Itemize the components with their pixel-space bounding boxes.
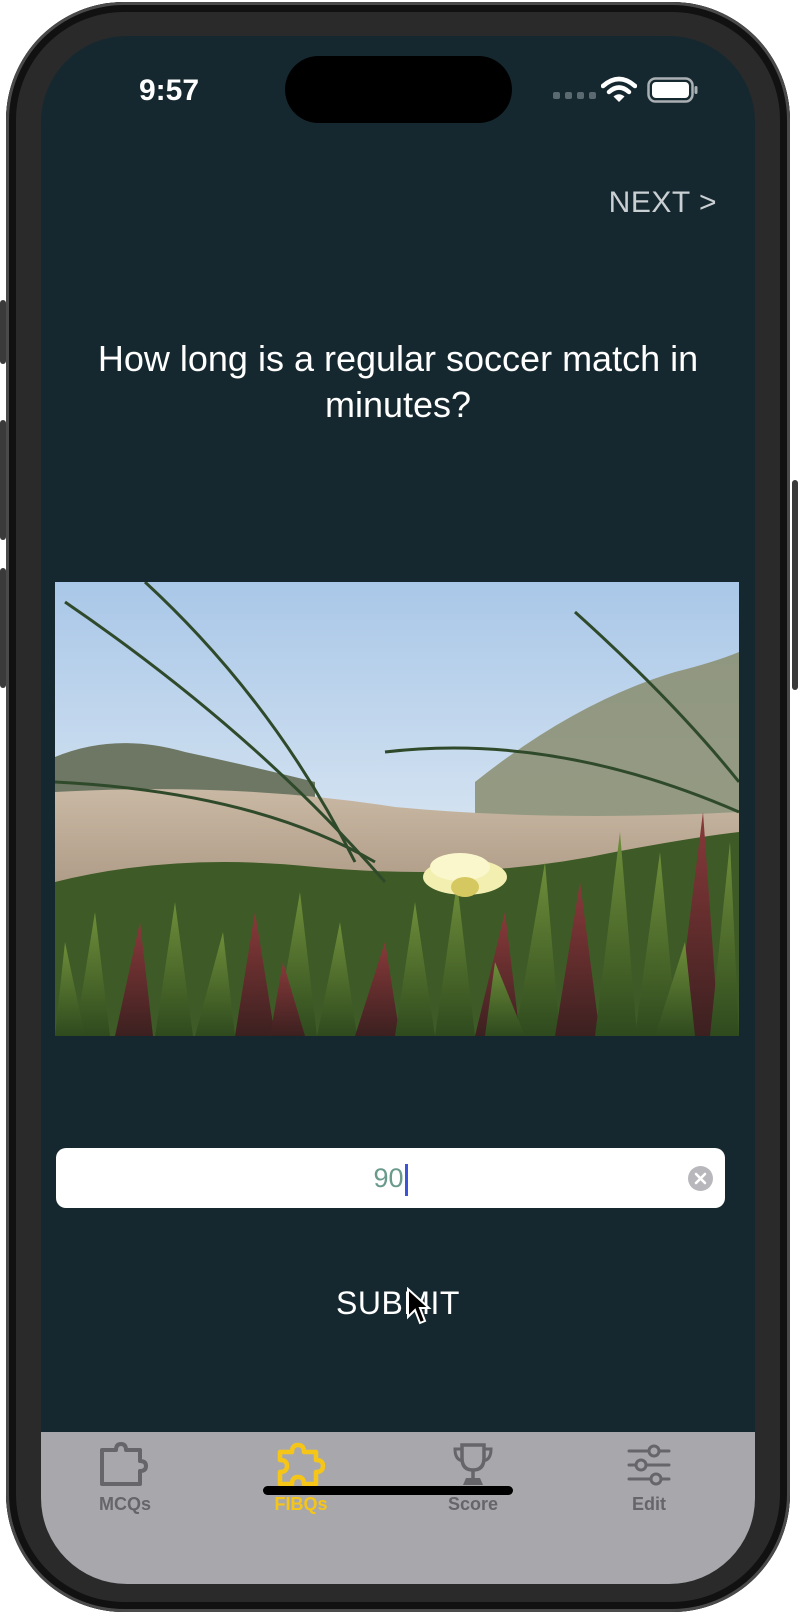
app-screen: 9:57 NEXT > How long is a regular soccer… bbox=[41, 36, 755, 1584]
answer-field[interactable]: 90 bbox=[56, 1148, 725, 1208]
puzzle-outline-icon bbox=[100, 1442, 148, 1486]
trophy-icon bbox=[453, 1443, 493, 1485]
tab-score[interactable]: Score bbox=[413, 1442, 533, 1515]
tab-edit[interactable]: Edit bbox=[589, 1442, 709, 1515]
home-indicator bbox=[263, 1486, 513, 1495]
tab-label-mcqs: MCQs bbox=[98, 1494, 151, 1514]
cellular-signal-icon bbox=[553, 92, 596, 99]
wifi-icon bbox=[601, 76, 637, 102]
tab-label-fibqs: FIBQs bbox=[274, 1494, 328, 1514]
tab-bar: MCQs FIBQs Score Edit bbox=[41, 1432, 755, 1584]
puzzle-icon bbox=[277, 1442, 326, 1487]
action-button bbox=[0, 300, 6, 364]
volume-up-button bbox=[0, 420, 6, 540]
submit-button[interactable]: SUBMIT bbox=[41, 1285, 755, 1322]
answer-input-wrap: 90 bbox=[56, 1148, 725, 1208]
text-caret bbox=[404, 1163, 408, 1196]
volume-down-button bbox=[0, 568, 6, 688]
clear-text-icon[interactable] bbox=[688, 1166, 713, 1191]
sliders-icon bbox=[627, 1444, 671, 1486]
mouse-pointer-icon bbox=[407, 1287, 432, 1325]
question-text: How long is a regular soccer match in mi… bbox=[97, 338, 699, 425]
tab-mcqs[interactable]: MCQs bbox=[65, 1442, 185, 1515]
dynamic-island bbox=[285, 56, 512, 123]
power-button bbox=[792, 480, 798, 690]
next-button[interactable]: NEXT > bbox=[609, 186, 717, 220]
answer-input-value[interactable]: 90 bbox=[373, 1163, 403, 1193]
tab-fibqs[interactable]: FIBQs bbox=[241, 1442, 361, 1515]
status-time: 9:57 bbox=[139, 74, 200, 107]
question-image bbox=[55, 582, 739, 1036]
tab-label-edit: Edit bbox=[632, 1494, 666, 1514]
tab-label-score: Score bbox=[447, 1494, 499, 1514]
battery-icon bbox=[647, 77, 698, 103]
